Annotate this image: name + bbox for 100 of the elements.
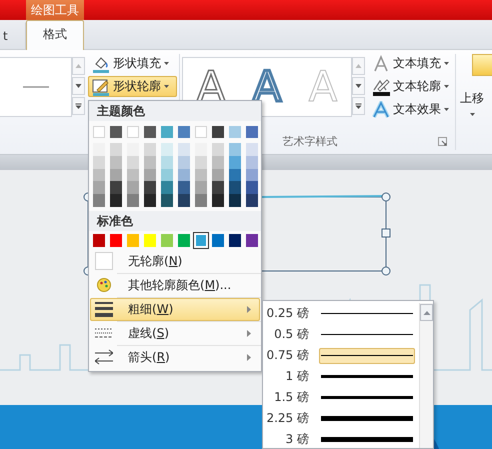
color-swatch[interactable] <box>229 143 241 156</box>
color-swatch[interactable] <box>110 181 122 194</box>
color-swatch[interactable] <box>195 143 207 156</box>
color-swatch[interactable] <box>229 181 241 194</box>
scroll-down-button[interactable] <box>352 77 366 95</box>
color-swatch[interactable] <box>246 181 258 194</box>
shape-outline-button[interactable]: 形状轮廓 <box>88 76 178 97</box>
line-weight-option[interactable]: 1.5 磅 <box>263 387 417 408</box>
color-swatch[interactable] <box>229 234 241 247</box>
scroll-up-button[interactable] <box>420 304 433 321</box>
color-swatch[interactable] <box>161 126 173 138</box>
color-swatch[interactable] <box>229 156 241 169</box>
color-swatch[interactable] <box>212 156 224 169</box>
color-swatch[interactable] <box>161 181 173 194</box>
line-weight-option[interactable]: 3 磅 <box>263 429 417 448</box>
color-swatch[interactable] <box>110 168 122 182</box>
color-swatch[interactable] <box>246 168 258 182</box>
color-swatch[interactable] <box>144 181 156 194</box>
text-outline-button[interactable]: 文本轮廓 <box>368 76 454 97</box>
color-swatch[interactable] <box>229 126 241 138</box>
menu-item[interactable]: 无轮廓(N) <box>90 250 260 273</box>
color-swatch[interactable] <box>144 126 156 138</box>
color-swatch[interactable] <box>144 234 156 247</box>
group-label: 艺术字样式 <box>282 134 339 149</box>
bring-forward-button[interactable]: 上移 <box>460 90 484 107</box>
color-swatch[interactable] <box>178 181 190 194</box>
color-swatch[interactable] <box>161 143 173 156</box>
color-swatch[interactable] <box>229 194 241 207</box>
line-weight-option[interactable]: 0.5 磅 <box>263 324 417 345</box>
menu-item[interactable]: 其他轮廓颜色(M)... <box>90 274 260 297</box>
color-swatch[interactable] <box>195 156 207 169</box>
color-swatch[interactable] <box>127 143 139 156</box>
arrange-button[interactable] <box>472 54 492 76</box>
caret-icon <box>444 108 450 111</box>
color-swatch[interactable] <box>178 234 190 247</box>
color-swatch[interactable] <box>178 143 190 156</box>
color-swatch[interactable] <box>161 168 173 182</box>
shape-fill-button[interactable]: 形状填充 <box>88 53 178 74</box>
more-button[interactable] <box>352 97 366 115</box>
color-swatch[interactable] <box>246 234 258 247</box>
color-swatch[interactable] <box>93 234 105 247</box>
color-swatch[interactable] <box>127 156 139 169</box>
color-swatch[interactable] <box>246 143 258 156</box>
color-swatch[interactable] <box>144 168 156 182</box>
color-swatch[interactable] <box>161 156 173 169</box>
color-swatch[interactable] <box>212 234 224 247</box>
color-swatch[interactable] <box>93 181 105 194</box>
color-swatch[interactable] <box>195 126 207 138</box>
dialog-launcher-icon[interactable] <box>438 137 448 146</box>
color-swatch[interactable] <box>144 156 156 169</box>
color-swatch[interactable] <box>144 194 156 207</box>
ribbon-tab[interactable]: 格式 <box>26 20 84 50</box>
color-swatch[interactable] <box>93 168 105 182</box>
line-weight-option[interactable]: 2.25 磅 <box>263 408 417 429</box>
color-swatch[interactable] <box>127 194 139 207</box>
color-swatch[interactable] <box>246 156 258 169</box>
color-swatch[interactable] <box>195 194 207 207</box>
color-swatch[interactable] <box>161 234 173 247</box>
color-swatch[interactable] <box>110 126 122 138</box>
line-weight-option[interactable]: 1 磅 <box>263 366 417 387</box>
color-swatch[interactable] <box>195 181 207 194</box>
color-swatch[interactable] <box>93 143 105 156</box>
color-swatch[interactable] <box>93 194 105 207</box>
line-weight-option[interactable]: 0.25 磅 <box>263 303 417 324</box>
color-swatch[interactable] <box>195 168 207 182</box>
color-swatch[interactable] <box>178 126 190 138</box>
color-swatch[interactable] <box>93 126 105 138</box>
color-swatch[interactable] <box>246 194 258 207</box>
color-swatch[interactable] <box>212 143 224 156</box>
color-swatch[interactable] <box>212 126 224 138</box>
color-swatch[interactable] <box>110 194 122 207</box>
color-swatch[interactable] <box>127 181 139 194</box>
color-swatch[interactable] <box>229 168 241 182</box>
menu-item[interactable]: 虚线(S) <box>90 322 260 345</box>
color-swatch[interactable] <box>161 194 173 207</box>
color-swatch[interactable] <box>212 181 224 194</box>
color-swatch[interactable] <box>178 194 190 207</box>
more-button[interactable] <box>72 97 85 115</box>
color-swatch[interactable] <box>110 156 122 169</box>
text-fill-button[interactable]: 文本填充 <box>368 53 454 74</box>
color-swatch[interactable] <box>127 234 139 247</box>
color-swatch[interactable] <box>178 168 190 182</box>
color-swatch[interactable] <box>144 143 156 156</box>
color-swatch[interactable] <box>127 126 139 138</box>
color-swatch[interactable] <box>110 143 122 156</box>
caret-icon <box>444 85 450 88</box>
color-swatch[interactable] <box>246 126 258 138</box>
scroll-down-button[interactable] <box>72 77 85 95</box>
paint-bucket-icon <box>92 54 110 72</box>
color-swatch[interactable] <box>212 168 224 182</box>
menu-item[interactable]: 箭头(R) <box>90 346 260 369</box>
color-swatch[interactable] <box>178 156 190 169</box>
color-swatch[interactable] <box>212 194 224 207</box>
text-effect-button[interactable]: 文本效果 <box>368 99 454 120</box>
caret-icon <box>444 62 450 65</box>
menu-item[interactable]: 粗细(W) <box>90 298 260 321</box>
color-swatch[interactable] <box>110 234 122 247</box>
line-weight-option[interactable]: 0.75 磅 <box>263 345 417 366</box>
color-swatch[interactable] <box>127 168 139 182</box>
color-swatch[interactable] <box>93 156 105 169</box>
